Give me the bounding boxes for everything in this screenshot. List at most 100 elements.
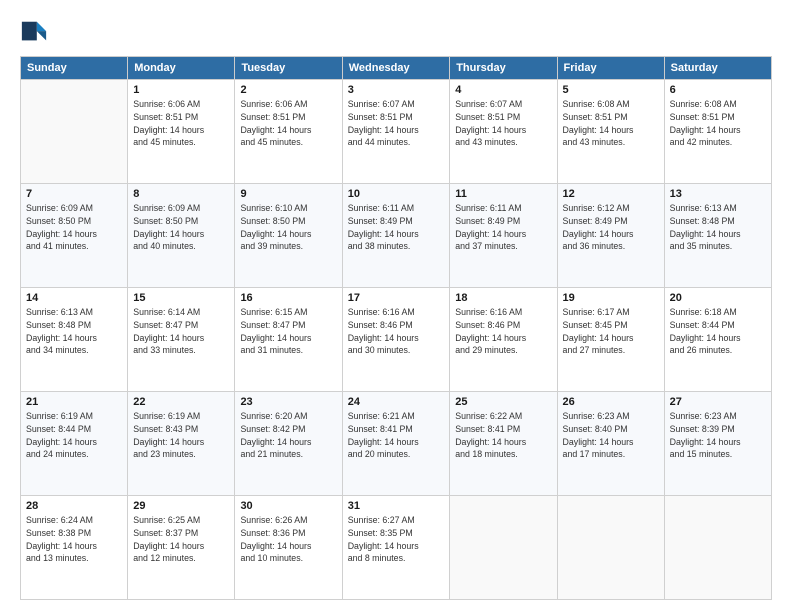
cell-info-text: Sunrise: 6:26 AM Sunset: 8:36 PM Dayligh… [240, 514, 336, 565]
cell-date-number: 8 [133, 188, 229, 200]
cell-date-number: 10 [348, 188, 445, 200]
calendar-cell: 9 Sunrise: 6:10 AM Sunset: 8:50 PM Daylig… [235, 184, 342, 288]
cell-date-number: 31 [348, 500, 445, 512]
cell-info-text: Sunrise: 6:16 AM Sunset: 8:46 PM Dayligh… [348, 306, 445, 357]
cell-date-number: 11 [455, 188, 551, 200]
logo-icon [20, 18, 48, 46]
calendar-cell: 27Sunrise: 6:23 AM Sunset: 8:39 PM Dayli… [664, 392, 771, 496]
calendar-cell: 31 Sunrise: 6:27 AM Sunset: 8:35 PM Dayli… [342, 496, 450, 600]
cell-info-text: Sunrise: 6:06 AM Sunset: 8:51 PM Dayligh… [240, 98, 336, 149]
calendar-week-5: 28 Sunrise: 6:24 AM Sunset: 8:38 PM Dayli… [21, 496, 772, 600]
cell-info-text: Sunrise: 6:24 AM Sunset: 8:38 PM Dayligh… [26, 514, 122, 565]
col-header-wednesday: Wednesday [342, 57, 450, 80]
col-header-sunday: Sunday [21, 57, 128, 80]
calendar-cell: 20 Sunrise: 6:18 AM Sunset: 8:44 PM Dayli… [664, 288, 771, 392]
cell-date-number: 7 [26, 188, 122, 200]
cell-info-text: Sunrise: 6:17 AM Sunset: 8:45 PM Dayligh… [563, 306, 659, 357]
calendar-cell: 3 Sunrise: 6:07 AM Sunset: 8:51 PM Daylig… [342, 80, 450, 184]
cell-info-text: Sunrise: 6:19 AM Sunset: 8:44 PM Dayligh… [26, 410, 122, 461]
cell-date-number: 26 [563, 396, 659, 408]
cell-info-text: Sunrise: 6:13 AM Sunset: 8:48 PM Dayligh… [670, 202, 766, 253]
cell-date-number: 20 [670, 292, 766, 304]
calendar-cell: 4Sunrise: 6:07 AM Sunset: 8:51 PM Daylig… [450, 80, 557, 184]
cell-date-number: 24 [348, 396, 445, 408]
cell-info-text: Sunrise: 6:27 AM Sunset: 8:35 PM Dayligh… [348, 514, 445, 565]
calendar-week-2: 7 Sunrise: 6:09 AM Sunset: 8:50 PM Daylig… [21, 184, 772, 288]
cell-info-text: Sunrise: 6:22 AM Sunset: 8:41 PM Dayligh… [455, 410, 551, 461]
calendar-cell [450, 496, 557, 600]
page: SundayMondayTuesdayWednesdayThursdayFrid… [0, 0, 792, 612]
cell-date-number: 14 [26, 292, 122, 304]
cell-date-number: 22 [133, 396, 229, 408]
calendar-week-4: 21 Sunrise: 6:19 AM Sunset: 8:44 PM Dayli… [21, 392, 772, 496]
cell-info-text: Sunrise: 6:10 AM Sunset: 8:50 PM Dayligh… [240, 202, 336, 253]
calendar-cell: 19 Sunrise: 6:17 AM Sunset: 8:45 PM Dayli… [557, 288, 664, 392]
calendar-cell: 23Sunrise: 6:20 AM Sunset: 8:42 PM Dayli… [235, 392, 342, 496]
cell-info-text: Sunrise: 6:12 AM Sunset: 8:49 PM Dayligh… [563, 202, 659, 253]
cell-info-text: Sunrise: 6:06 AM Sunset: 8:51 PM Dayligh… [133, 98, 229, 149]
calendar-cell: 10 Sunrise: 6:11 AM Sunset: 8:49 PM Dayli… [342, 184, 450, 288]
col-header-saturday: Saturday [664, 57, 771, 80]
cell-date-number: 2 [240, 84, 336, 96]
cell-info-text: Sunrise: 6:25 AM Sunset: 8:37 PM Dayligh… [133, 514, 229, 565]
cell-info-text: Sunrise: 6:13 AM Sunset: 8:48 PM Dayligh… [26, 306, 122, 357]
cell-info-text: Sunrise: 6:11 AM Sunset: 8:49 PM Dayligh… [455, 202, 551, 253]
calendar-cell: 13Sunrise: 6:13 AM Sunset: 8:48 PM Dayli… [664, 184, 771, 288]
cell-date-number: 5 [563, 84, 659, 96]
calendar-cell: 6 Sunrise: 6:08 AM Sunset: 8:51 PM Daylig… [664, 80, 771, 184]
calendar-cell: 15 Sunrise: 6:14 AM Sunset: 8:47 PM Dayli… [128, 288, 235, 392]
calendar-cell: 17 Sunrise: 6:16 AM Sunset: 8:46 PM Dayli… [342, 288, 450, 392]
cell-info-text: Sunrise: 6:09 AM Sunset: 8:50 PM Dayligh… [26, 202, 122, 253]
cell-info-text: Sunrise: 6:15 AM Sunset: 8:47 PM Dayligh… [240, 306, 336, 357]
calendar-week-1: 1Sunrise: 6:06 AM Sunset: 8:51 PM Daylig… [21, 80, 772, 184]
logo [20, 18, 52, 46]
calendar-cell: 26 Sunrise: 6:23 AM Sunset: 8:40 PM Dayli… [557, 392, 664, 496]
cell-info-text: Sunrise: 6:09 AM Sunset: 8:50 PM Dayligh… [133, 202, 229, 253]
calendar-cell: 24 Sunrise: 6:21 AM Sunset: 8:41 PM Dayli… [342, 392, 450, 496]
cell-info-text: Sunrise: 6:07 AM Sunset: 8:51 PM Dayligh… [455, 98, 551, 149]
col-header-thursday: Thursday [450, 57, 557, 80]
cell-date-number: 28 [26, 500, 122, 512]
calendar-cell: 16 Sunrise: 6:15 AM Sunset: 8:47 PM Dayli… [235, 288, 342, 392]
cell-date-number: 17 [348, 292, 445, 304]
cell-date-number: 6 [670, 84, 766, 96]
calendar-cell: 25Sunrise: 6:22 AM Sunset: 8:41 PM Dayli… [450, 392, 557, 496]
cell-date-number: 18 [455, 292, 551, 304]
calendar-cell [664, 496, 771, 600]
calendar-cell: 12Sunrise: 6:12 AM Sunset: 8:49 PM Dayli… [557, 184, 664, 288]
cell-info-text: Sunrise: 6:14 AM Sunset: 8:47 PM Dayligh… [133, 306, 229, 357]
calendar-cell: 7 Sunrise: 6:09 AM Sunset: 8:50 PM Daylig… [21, 184, 128, 288]
col-header-monday: Monday [128, 57, 235, 80]
cell-info-text: Sunrise: 6:08 AM Sunset: 8:51 PM Dayligh… [563, 98, 659, 149]
cell-info-text: Sunrise: 6:16 AM Sunset: 8:46 PM Dayligh… [455, 306, 551, 357]
header [20, 18, 772, 46]
calendar-cell: 21 Sunrise: 6:19 AM Sunset: 8:44 PM Dayli… [21, 392, 128, 496]
cell-info-text: Sunrise: 6:18 AM Sunset: 8:44 PM Dayligh… [670, 306, 766, 357]
cell-date-number: 30 [240, 500, 336, 512]
cell-date-number: 3 [348, 84, 445, 96]
calendar-cell [557, 496, 664, 600]
calendar-cell: 14 Sunrise: 6:13 AM Sunset: 8:48 PM Dayli… [21, 288, 128, 392]
col-header-friday: Friday [557, 57, 664, 80]
calendar-cell: 2 Sunrise: 6:06 AM Sunset: 8:51 PM Daylig… [235, 80, 342, 184]
calendar-cell: 18 Sunrise: 6:16 AM Sunset: 8:46 PM Dayli… [450, 288, 557, 392]
cell-date-number: 15 [133, 292, 229, 304]
cell-date-number: 29 [133, 500, 229, 512]
calendar-cell: 29 Sunrise: 6:25 AM Sunset: 8:37 PM Dayli… [128, 496, 235, 600]
calendar-cell [21, 80, 128, 184]
cell-date-number: 23 [240, 396, 336, 408]
cell-info-text: Sunrise: 6:07 AM Sunset: 8:51 PM Dayligh… [348, 98, 445, 149]
cell-info-text: Sunrise: 6:21 AM Sunset: 8:41 PM Dayligh… [348, 410, 445, 461]
cell-date-number: 16 [240, 292, 336, 304]
cell-date-number: 9 [240, 188, 336, 200]
cell-info-text: Sunrise: 6:11 AM Sunset: 8:49 PM Dayligh… [348, 202, 445, 253]
cell-info-text: Sunrise: 6:08 AM Sunset: 8:51 PM Dayligh… [670, 98, 766, 149]
calendar-cell: 5 Sunrise: 6:08 AM Sunset: 8:51 PM Daylig… [557, 80, 664, 184]
cell-info-text: Sunrise: 6:23 AM Sunset: 8:40 PM Dayligh… [563, 410, 659, 461]
cell-date-number: 19 [563, 292, 659, 304]
cell-date-number: 21 [26, 396, 122, 408]
calendar-cell: 1Sunrise: 6:06 AM Sunset: 8:51 PM Daylig… [128, 80, 235, 184]
cell-info-text: Sunrise: 6:23 AM Sunset: 8:39 PM Dayligh… [670, 410, 766, 461]
calendar-header-row: SundayMondayTuesdayWednesdayThursdayFrid… [21, 57, 772, 80]
calendar-cell: 28 Sunrise: 6:24 AM Sunset: 8:38 PM Dayli… [21, 496, 128, 600]
